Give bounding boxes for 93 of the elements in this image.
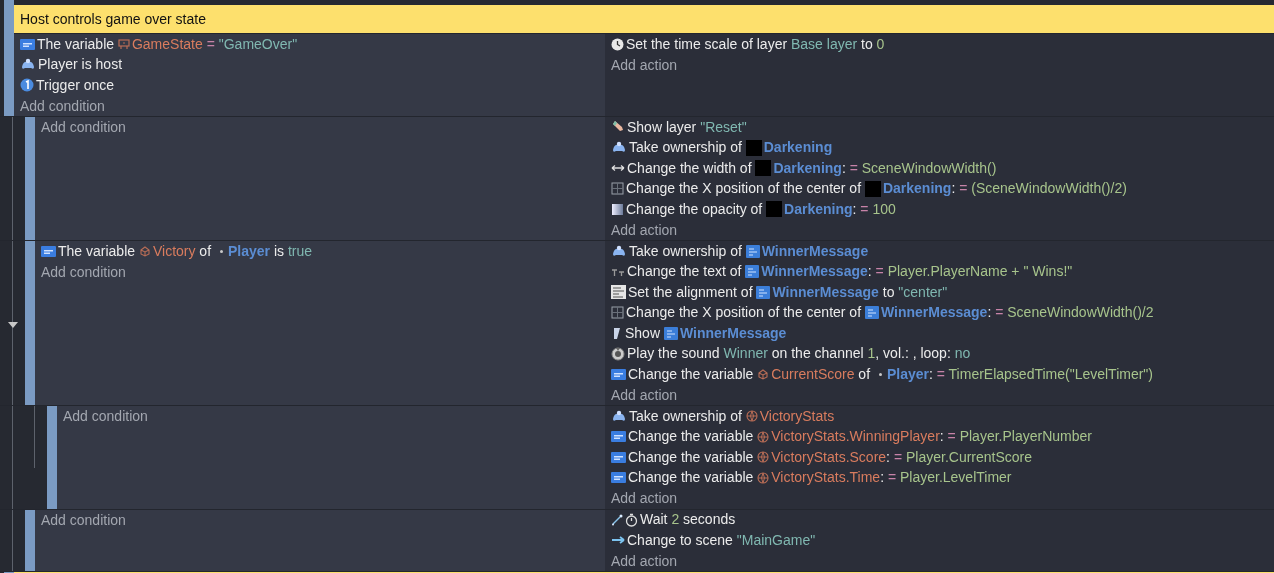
action-text[interactable]: Change the X position of the center of <box>626 302 865 324</box>
action-text[interactable]: Change the width of <box>627 157 756 179</box>
add-action-link[interactable]: Add action <box>611 384 678 405</box>
width-arrows-icon <box>611 163 625 174</box>
action-text[interactable]: Take ownership of <box>629 137 746 159</box>
object-thumbnail-icon <box>755 160 772 177</box>
action-text[interactable]: WinnerMessage: = Player.PlayerName + " Wins!" <box>761 261 1073 283</box>
stopwatch-icon <box>625 512 638 527</box>
event-bar[interactable] <box>25 117 35 240</box>
grid-icon <box>611 182 624 196</box>
action-text[interactable]: Change to scene "MainGame" <box>627 529 816 551</box>
action-text[interactable]: Change the X position of the center of <box>626 178 865 200</box>
speaker-icon <box>611 346 625 361</box>
variable-icon <box>611 472 626 484</box>
one-circle-icon <box>20 78 34 93</box>
object-thumbnail-icon <box>864 180 881 197</box>
condition-text[interactable]: The variable <box>58 240 139 262</box>
action-text[interactable]: VictoryStats <box>759 405 835 427</box>
condition-text[interactable]: GameState = "GameOver" <box>131 33 298 55</box>
clock-icon <box>611 37 624 51</box>
condition-text[interactable]: Player is true <box>227 240 312 262</box>
text-object-icon <box>745 265 760 279</box>
action-text[interactable]: VictoryStats.WinningPlayer: = Player.PlayerNumber <box>771 426 1092 448</box>
grid-icon <box>611 306 624 320</box>
action-text[interactable]: Darkening: = (SceneWindowWidth()/2) <box>882 178 1127 200</box>
add-condition-link[interactable]: Add condition <box>41 117 126 138</box>
alignment-icon <box>611 285 626 300</box>
scene-variable-icon <box>117 38 130 50</box>
event-bar[interactable] <box>4 34 14 116</box>
event-bar[interactable] <box>4 0 14 5</box>
condition-text[interactable]: The variable <box>37 33 118 55</box>
action-text[interactable]: Darkening: = 100 <box>784 198 896 220</box>
add-action-link[interactable]: Add action <box>611 219 678 240</box>
event-bar[interactable] <box>25 509 35 571</box>
variable-icon <box>20 38 35 50</box>
action-text[interactable]: Show <box>625 322 664 344</box>
action-text[interactable]: Darkening: = SceneWindowWidth() <box>773 157 997 179</box>
text-object-icon <box>864 306 879 320</box>
add-action-link[interactable]: Add action <box>611 550 678 571</box>
action-text[interactable]: Change the variable <box>628 467 758 489</box>
action-text[interactable]: CurrentScore of <box>771 363 874 385</box>
action-text[interactable]: Take ownership of <box>629 240 746 262</box>
action-text[interactable]: Set the alignment of <box>628 281 757 303</box>
condition-text[interactable]: Trigger once <box>36 74 115 96</box>
variable-icon <box>611 368 626 380</box>
action-text[interactable]: Take ownership of <box>629 405 746 427</box>
action-text[interactable]: WinnerMessage to "center" <box>772 281 948 303</box>
add-condition-link[interactable]: Add condition <box>41 261 126 282</box>
action-text[interactable]: Play the sound Winner on the channel 1, vol.: , loop: no <box>627 343 971 365</box>
action-text[interactable]: WinnerMessage <box>679 322 787 344</box>
object-variable-icon <box>138 245 151 257</box>
action-text[interactable]: Player: = TimerElapsedTime("LevelTimer") <box>886 363 1153 385</box>
add-condition-link[interactable]: Add condition <box>20 95 105 116</box>
action-text[interactable]: Change the variable <box>628 446 758 468</box>
show-icon <box>611 326 623 340</box>
action-text[interactable]: Change the variable <box>628 426 758 448</box>
object-thumbnail-icon <box>745 139 762 156</box>
add-action-link[interactable]: Add action <box>611 488 678 509</box>
globe-icon <box>757 471 770 484</box>
comment-bar[interactable]: Host controls game over state <box>14 5 1274 34</box>
arrow-icon <box>611 535 625 546</box>
opacity-icon <box>611 202 624 216</box>
action-text[interactable]: WinnerMessage <box>761 240 869 262</box>
action-text[interactable]: Change the opacity of <box>626 198 767 220</box>
action-text[interactable]: Change the text of <box>627 261 746 283</box>
variable-icon <box>41 245 56 257</box>
add-condition-link[interactable]: Add condition <box>41 509 126 530</box>
collapse-arrow-icon[interactable] <box>8 322 18 329</box>
action-text[interactable]: Darkening <box>763 137 833 159</box>
action-text[interactable]: VictoryStats.Time: = Player.LevelTimer <box>771 467 1012 489</box>
variable-icon <box>611 431 626 443</box>
add-action-link[interactable]: Add action <box>611 54 678 75</box>
action-text[interactable]: Show layer "Reset" <box>627 116 747 138</box>
text-object-icon <box>663 326 678 340</box>
condition-text[interactable]: Victory of <box>152 240 215 262</box>
condition-text[interactable]: Player is host <box>38 54 123 76</box>
object-variable-icon <box>757 368 770 380</box>
text-object-icon <box>745 244 760 258</box>
variable-icon <box>611 451 626 463</box>
action-text[interactable]: Wait 2 seconds <box>640 509 736 531</box>
globe-icon <box>745 410 758 423</box>
add-condition-link[interactable]: Add condition <box>63 406 148 427</box>
event-bar[interactable] <box>47 406 57 509</box>
object-thumbnail-icon <box>766 201 783 218</box>
globe-icon <box>757 451 770 464</box>
globe-icon <box>757 430 770 443</box>
event-bar[interactable] <box>25 241 35 405</box>
text-object-icon <box>756 285 771 299</box>
action-text[interactable]: VictoryStats.Score: = Player.CurrentScore <box>771 446 1033 468</box>
action-text[interactable]: Set the time scale of layer Base layer to 0 <box>626 33 885 55</box>
text-icon <box>611 266 625 278</box>
action-text[interactable]: Change the variable <box>628 363 758 385</box>
action-text[interactable]: WinnerMessage: = SceneWindowWidth()/2 <box>880 302 1154 324</box>
